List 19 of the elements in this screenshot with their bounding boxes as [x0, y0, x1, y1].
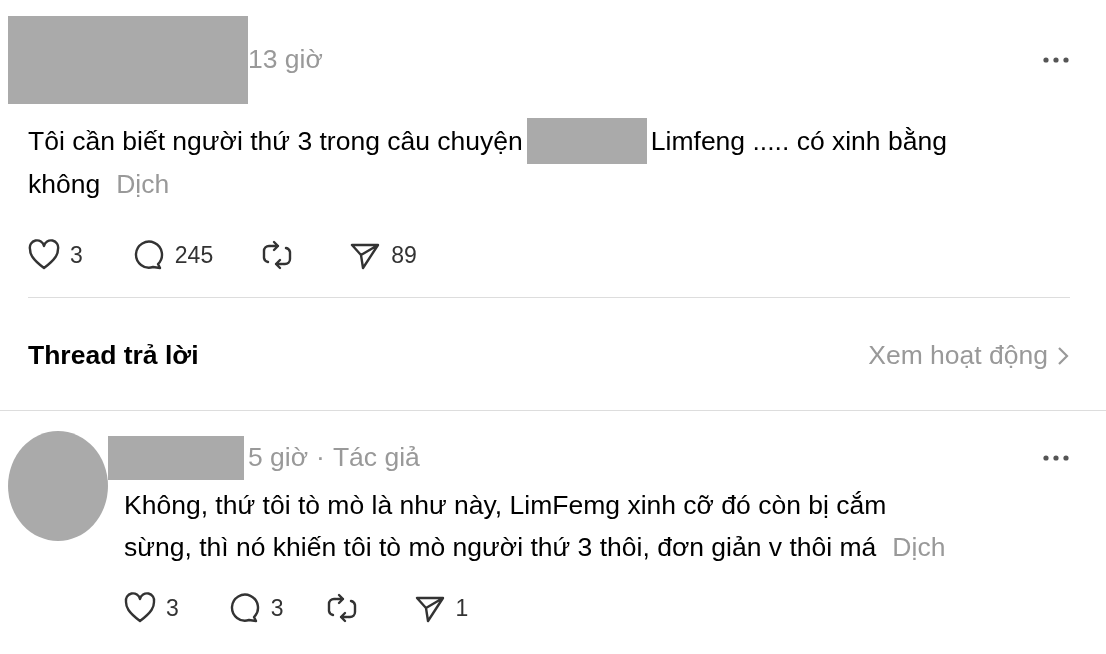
reply-text: Không, thứ tôi tò mò là như này, LimFemg xinh cỡ đó còn bị cắm — [124, 488, 887, 522]
like-button[interactable]: 3 — [122, 589, 179, 626]
reply-text: sừng, thì nó khiến tôi tò mò người thứ 3 thôi, đơn giản v thôi má — [124, 530, 877, 564]
author-label: Tác giả — [332, 440, 420, 474]
post-text: không — [28, 168, 101, 201]
post-time: 13 giờ — [248, 43, 323, 77]
share-button[interactable]: 89 — [347, 237, 417, 273]
post-text: Limfeng ..... có xinh bằng — [650, 124, 947, 158]
reply-button[interactable]: 245 — [130, 237, 214, 273]
section-title: Thread trả lời — [28, 339, 199, 372]
more-options-icon[interactable] — [1042, 56, 1070, 64]
post-text: Tôi cần biết người thứ 3 trong câu chuyện — [28, 124, 523, 158]
reply-time: 5 giờ — [248, 440, 309, 474]
like-button[interactable]: 3 — [26, 237, 83, 273]
separator-dot: · — [316, 440, 325, 474]
share-button[interactable]: 1 — [411, 589, 469, 626]
chevron-icon — [1056, 344, 1070, 367]
more-options-icon[interactable] — [1042, 453, 1070, 462]
reply-button[interactable]: 3 — [226, 589, 284, 626]
